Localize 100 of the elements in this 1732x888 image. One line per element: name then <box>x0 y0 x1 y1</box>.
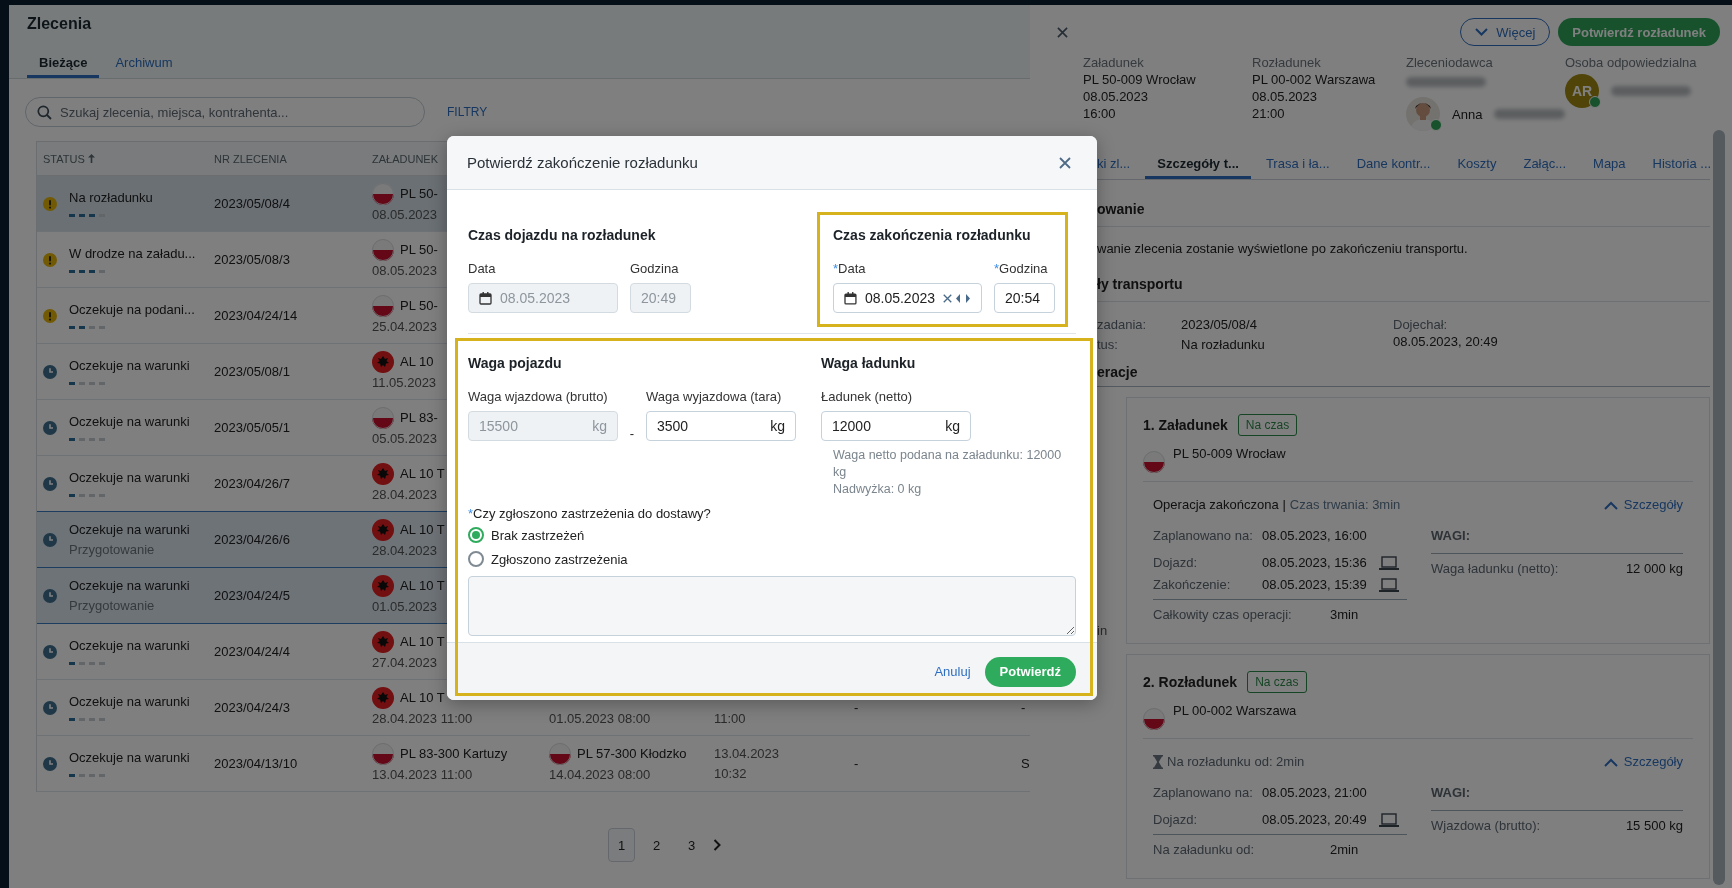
radio-label[interactable]: Brak zastrzeżeń <box>491 527 585 543</box>
weights-heading: WAGI: <box>1431 528 1470 543</box>
tab[interactable]: Dane kontr... <box>1344 150 1443 179</box>
more-button[interactable]: Więcej <box>1460 18 1551 46</box>
tab[interactable]: Mapa <box>1581 150 1638 179</box>
input-field: 08.05.2023 <box>468 283 618 313</box>
albania-flag-icon <box>372 574 394 597</box>
albania-flag-icon <box>372 518 394 541</box>
row-highlight[interactable] <box>37 567 447 624</box>
table-cell: - <box>854 700 859 715</box>
place-text: AL 10 T <box>400 633 445 650</box>
table-cell: - <box>854 756 859 771</box>
field-label: *Godzina <box>994 260 1049 278</box>
input-field[interactable]: 08.05.2023 <box>833 283 982 313</box>
field-label: Ładunek (netto) <box>821 388 914 406</box>
time-label: Zakończenie: <box>1153 576 1232 594</box>
field-value: Na rozładunku <box>1181 336 1266 354</box>
place-text: PL 00-002 Warszawa <box>1173 702 1297 720</box>
tab[interactable]: Szczegóły t... <box>1145 150 1251 179</box>
field-label: Godzina <box>630 260 680 278</box>
time-text: 11:00 <box>714 710 746 727</box>
total-label: Całkowity czas operacji: <box>1153 606 1293 624</box>
close-icon[interactable] <box>1057 26 1068 38</box>
order-number: 2023/04/24/5 <box>214 588 291 603</box>
details-link[interactable]: Szczegóły <box>1603 497 1683 513</box>
search-field[interactable]: Szukaj zlecenia, miejsca, kontrahenta... <box>25 97 425 127</box>
date-text: 28.04.2023 <box>372 542 438 559</box>
info-value: 08.05.2023 <box>1252 88 1319 105</box>
time-value: 08.05.2023, 15:36 <box>1262 554 1368 572</box>
albania-flag-icon <box>372 630 394 653</box>
operation-status: Operacja zakończona | Czas trwania: 3min <box>1153 497 1401 513</box>
confirm-button[interactable]: Potwierdź <box>984 656 1076 687</box>
status-text: W drodze na załadu... <box>69 246 196 262</box>
operation-status: Na rozładunku od: 2min <box>1167 754 1305 770</box>
status-text: Oczekuje na warunki <box>69 750 190 766</box>
page-button[interactable]: 3 <box>678 828 705 862</box>
input-field[interactable]: 12000 kg <box>821 411 971 441</box>
total-label: Na załadunku od: <box>1153 841 1256 859</box>
place-text: AL 10 <box>400 353 434 370</box>
chevron-up-icon <box>1603 757 1618 767</box>
weight-value: 12 000 kg <box>1625 560 1683 578</box>
weight-value: 15 500 kg <box>1625 817 1683 835</box>
input-field[interactable]: 3500 kg <box>646 411 796 441</box>
poland-flag-icon <box>372 294 394 317</box>
status-text: Oczekuje na warunki <box>69 470 190 486</box>
poland-flag-icon <box>1143 451 1165 473</box>
laptop-icon <box>1379 812 1399 828</box>
table-cell: - <box>1021 700 1026 715</box>
order-number: 2023/05/08/1 <box>214 364 291 379</box>
tab[interactable]: Załąc... <box>1511 150 1579 179</box>
row-highlight[interactable] <box>37 176 447 231</box>
section-heading: Waga pojazdu <box>468 354 563 372</box>
tab[interactable]: Koszty <box>1445 150 1509 179</box>
info-value: 16:00 <box>1083 105 1117 122</box>
weights-heading: WAGI: <box>1431 785 1470 800</box>
place-text: PL 50- <box>400 297 438 314</box>
tab[interactable]: Bieżące <box>27 49 100 78</box>
column-header[interactable]: STATUS <box>43 152 85 165</box>
clock-icon <box>43 532 57 547</box>
filters-button[interactable]: FILTRY <box>447 105 488 119</box>
time-label: Zaplanowano na: <box>1153 784 1254 802</box>
comment-field[interactable] <box>468 576 1076 636</box>
column-header[interactable]: ZAŁADUNEK <box>372 152 439 165</box>
page-button[interactable]: 2 <box>643 828 670 862</box>
status-text: Na rozładunku <box>69 190 153 206</box>
calendar-icon <box>844 291 857 305</box>
row-highlight[interactable] <box>37 511 447 568</box>
close-icon[interactable] <box>943 293 952 303</box>
input-field[interactable]: 20:54 <box>994 283 1055 313</box>
warning-icon <box>43 252 57 267</box>
confirm-unloading-button[interactable]: Potwierdź rozładunek <box>1558 18 1720 46</box>
tab[interactable]: Archiwum <box>103 49 185 78</box>
place-text: AL 10 T <box>400 689 445 706</box>
column-header[interactable]: NR ZLECENIA <box>214 152 287 165</box>
tab[interactable]: ki zl... <box>1085 150 1143 179</box>
chevron-right-icon[interactable] <box>713 839 721 851</box>
tab[interactable]: Trasa i ła... <box>1253 150 1342 179</box>
radio-button[interactable] <box>468 527 484 543</box>
page-button[interactable]: 1 <box>608 828 635 862</box>
date-text: 08.05.2023 <box>372 262 438 279</box>
place-text: AL 10 T <box>400 521 445 538</box>
albania-flag-icon <box>372 462 394 485</box>
step-arrows-icon[interactable] <box>955 293 971 303</box>
poland-flag-icon <box>372 742 394 765</box>
date-text: 13.04.2023 11:00 <box>372 766 473 783</box>
radio-label[interactable]: Zgłoszono zastrzeżenia <box>491 551 628 567</box>
date-text: 05.05.2023 <box>372 430 438 447</box>
close-icon[interactable] <box>1059 156 1071 169</box>
field-value: 08.05.2023, 20:49 <box>1393 333 1499 351</box>
section-heading: eracje <box>1097 364 1138 380</box>
details-link[interactable]: Szczegóły <box>1603 754 1683 770</box>
section-heading: owanie <box>1097 201 1145 217</box>
dialog-title: Potwierdź zakończenie rozładunku <box>467 154 698 171</box>
info-value: PL 00-002 Warszawa <box>1252 71 1377 88</box>
cancel-link[interactable]: Anuluj <box>934 664 971 679</box>
status-badge: Na czas <box>1237 414 1298 436</box>
radio-button[interactable] <box>468 551 484 567</box>
substatus-text: Przygotowanie <box>69 597 155 614</box>
operation-title: 1. Załadunek <box>1143 416 1228 435</box>
scrollbar[interactable] <box>1713 130 1725 885</box>
